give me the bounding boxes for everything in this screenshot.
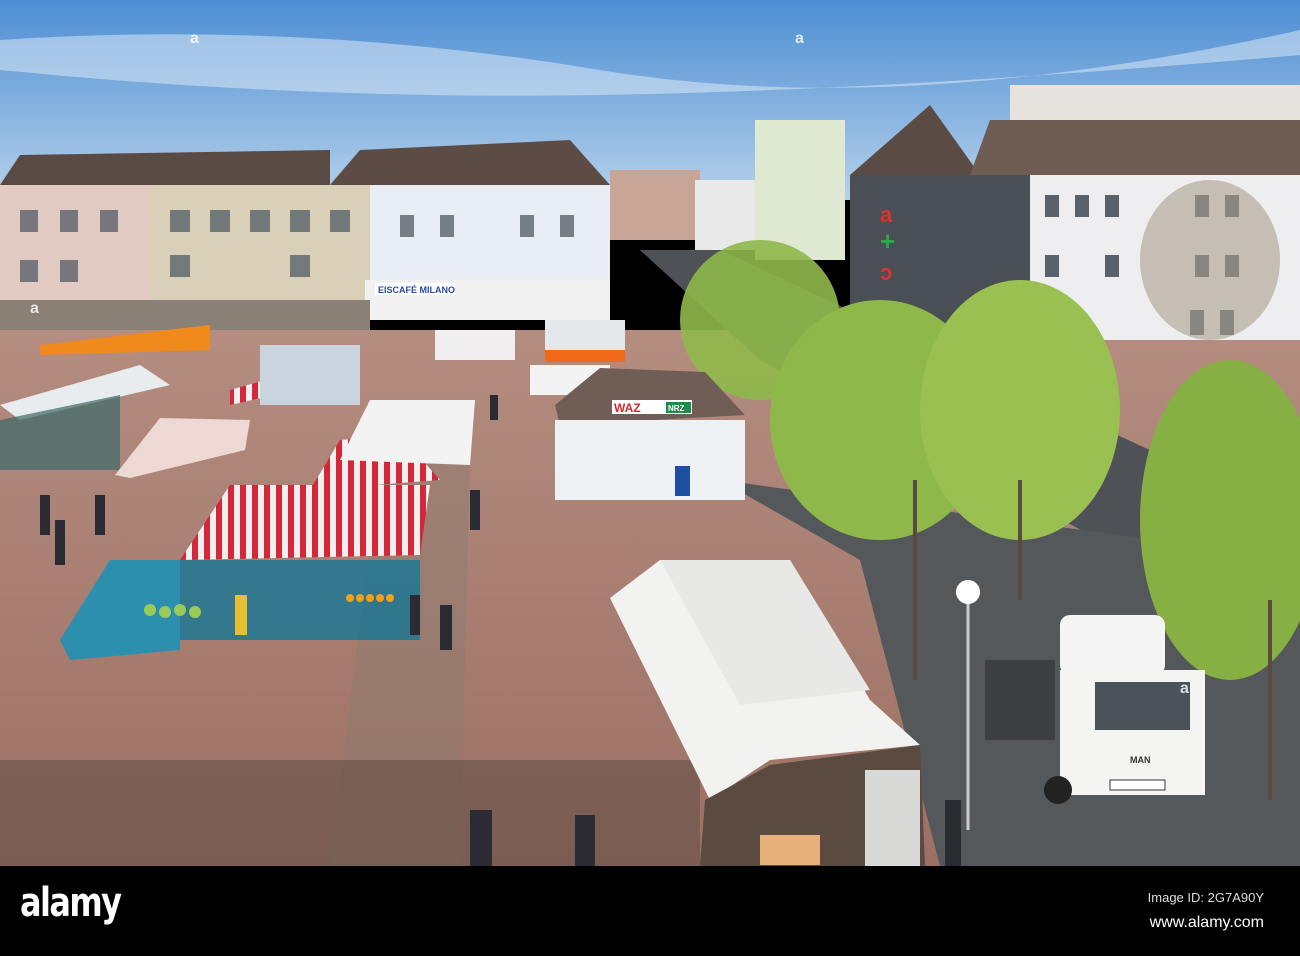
stock-photo: EISCAFÉ MILANO a + ɔ WAZ NRZ MAN a a a a… (0, 0, 1300, 956)
waz-sign: WAZ (614, 401, 641, 415)
watermark-bar: alamy Image ID: 2G7A90Y www.alamy.com (0, 866, 1300, 956)
watermark-mark: a (795, 30, 804, 47)
svg-text:+: + (880, 226, 895, 256)
alamy-logo: alamy (20, 880, 122, 926)
watermark-mark: a (30, 300, 39, 317)
news-kiosk: WAZ NRZ (555, 368, 745, 500)
svg-text:ɔ: ɔ (880, 260, 892, 285)
truck-brand: MAN (1130, 755, 1151, 765)
nrz-sign: NRZ (668, 404, 685, 413)
svg-text:a: a (880, 202, 893, 227)
site-url: www.alamy.com (1149, 914, 1264, 931)
image-id: Image ID: 2G7A90Y (1147, 890, 1264, 905)
cafe-sign: EISCAFÉ MILANO (378, 285, 455, 295)
watermark-mark: a (1180, 680, 1189, 697)
watermark-mark: a (190, 30, 199, 47)
market-square-photo: EISCAFÉ MILANO a + ɔ WAZ NRZ MAN (0, 0, 1300, 866)
